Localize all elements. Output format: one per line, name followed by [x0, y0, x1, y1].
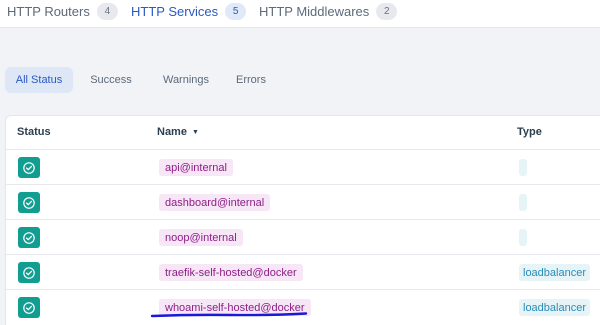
- column-header-name[interactable]: Name ▼: [157, 126, 199, 138]
- filter-errors-button[interactable]: Errors: [231, 67, 271, 93]
- service-name-tag: dashboard@internal: [159, 194, 271, 211]
- tab-http-middlewares[interactable]: HTTP Middlewares 2: [259, 0, 398, 22]
- column-header-label: Name: [157, 126, 187, 138]
- tab-label: HTTP Routers: [7, 3, 90, 19]
- service-type-tag: [519, 159, 527, 176]
- count-badge: 5: [225, 2, 247, 20]
- check-icon: [18, 262, 40, 283]
- check-icon: [18, 192, 40, 213]
- services-table: Status Name ▼ Type api@internal dashboard…: [5, 115, 600, 325]
- tab-label: HTTP Middlewares: [259, 3, 370, 19]
- tab-label: HTTP Services: [131, 3, 219, 19]
- column-header-status[interactable]: Status: [17, 126, 51, 138]
- filter-success-button[interactable]: Success: [83, 67, 139, 93]
- column-header-label: Status: [17, 126, 51, 138]
- check-icon: [18, 157, 40, 178]
- check-icon: [18, 297, 40, 318]
- column-header-type[interactable]: Type: [517, 126, 542, 138]
- caret-down-icon: ▼: [191, 128, 199, 136]
- service-name-tag: api@internal: [159, 159, 233, 176]
- tab-http-services[interactable]: HTTP Services 5: [131, 0, 247, 22]
- count-badge: 4: [96, 2, 118, 20]
- annotation-underline: [150, 312, 308, 318]
- tab-http-routers[interactable]: HTTP Routers 4: [7, 0, 118, 22]
- service-type-tag: [519, 194, 527, 211]
- count-badge: 2: [376, 2, 398, 20]
- service-name-tag: noop@internal: [159, 229, 243, 246]
- table-row[interactable]: traefik-self-hosted@docker loadbalancer: [6, 254, 600, 289]
- check-icon: [18, 227, 40, 248]
- column-header-label: Type: [517, 126, 542, 138]
- table-row[interactable]: noop@internal: [6, 219, 600, 254]
- service-type-tag: loadbalancer: [519, 299, 590, 316]
- service-type-tag: loadbalancer: [519, 264, 590, 281]
- service-type-tag: [519, 229, 527, 246]
- table-row[interactable]: api@internal: [6, 149, 600, 184]
- filter-all-status-button[interactable]: All Status: [5, 67, 73, 93]
- filter-warnings-button[interactable]: Warnings: [155, 67, 217, 93]
- service-name-tag: traefik-self-hosted@docker: [159, 264, 303, 281]
- services-tab-bar: HTTP Routers 4 HTTP Services 5 HTTP Midd…: [0, 0, 600, 28]
- table-row[interactable]: whoami-self-hosted@docker loadbalancer: [6, 289, 600, 324]
- table-row[interactable]: dashboard@internal: [6, 184, 600, 219]
